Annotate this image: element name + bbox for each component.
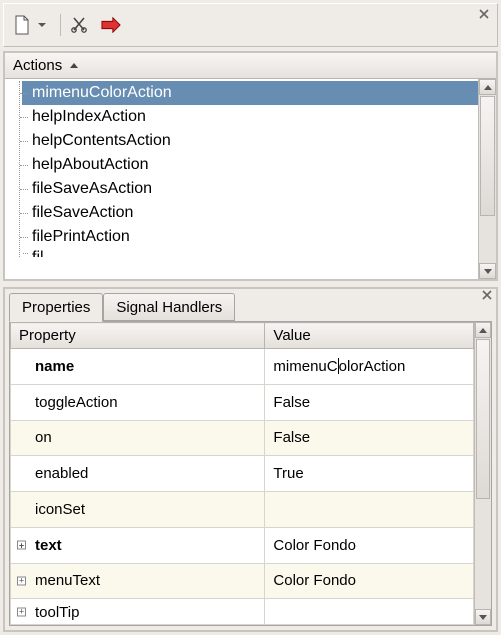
property-value-cell[interactable] [265, 492, 473, 528]
value-column-header[interactable]: Value [265, 323, 473, 349]
expand-icon[interactable]: + [17, 541, 26, 550]
list-item[interactable]: fileSaveAsAction [22, 177, 478, 201]
scroll-up-button[interactable] [479, 79, 496, 95]
dropdown-icon[interactable] [38, 23, 46, 27]
actions-column-header[interactable]: Actions [5, 53, 496, 79]
property-name-cell[interactable]: enabled [11, 456, 265, 492]
tab-signal-handlers[interactable]: Signal Handlers [103, 293, 235, 321]
table-row[interactable]: +textColor Fondo [11, 527, 474, 563]
list-item[interactable]: helpAboutAction [22, 153, 478, 177]
scroll-down-button[interactable] [479, 263, 496, 279]
close-icon[interactable] [479, 6, 491, 18]
property-name-cell[interactable]: +toolTip [11, 599, 265, 625]
properties-table: Property Value namemimenuColorActiontogg… [10, 322, 474, 625]
new-file-icon[interactable] [12, 15, 32, 35]
expand-icon[interactable]: + [17, 576, 26, 585]
go-icon[interactable] [101, 15, 121, 35]
scroll-thumb[interactable] [476, 339, 490, 499]
table-row[interactable]: +menuTextColor Fondo [11, 563, 474, 599]
cut-icon[interactable] [69, 15, 89, 35]
scroll-down-button[interactable] [475, 609, 491, 625]
property-value-cell[interactable] [265, 599, 473, 625]
property-name-cell[interactable]: +text [11, 527, 265, 563]
property-value-cell[interactable]: mimenuColorAction [265, 349, 473, 385]
property-value-cell[interactable]: Color Fondo [265, 527, 473, 563]
actions-scrollbar[interactable] [478, 79, 496, 279]
expand-icon[interactable]: + [17, 607, 26, 616]
table-row[interactable]: enabledTrue [11, 456, 474, 492]
separator [60, 14, 61, 36]
property-value-cell[interactable]: False [265, 384, 473, 420]
properties-scrollbar[interactable] [474, 322, 491, 625]
list-item[interactable]: helpContentsAction [22, 129, 478, 153]
table-row[interactable]: +toolTip [11, 599, 474, 625]
actions-list[interactable]: mimenuColorActionhelpIndexActionhelpCont… [5, 79, 478, 279]
property-value-cell[interactable]: Color Fondo [265, 563, 473, 599]
property-name-cell[interactable]: iconSet [11, 492, 265, 528]
property-name-cell[interactable]: on [11, 420, 265, 456]
table-row[interactable]: onFalse [11, 420, 474, 456]
property-value-cell[interactable]: True [265, 456, 473, 492]
list-item[interactable]: mimenuColorAction [22, 81, 478, 105]
property-name-cell[interactable]: toggleAction [11, 384, 265, 420]
sort-ascending-icon [70, 63, 78, 68]
property-value-cell[interactable]: False [265, 420, 473, 456]
property-name-cell[interactable]: +menuText [11, 563, 265, 599]
table-row[interactable]: namemimenuColorAction [11, 349, 474, 385]
list-item[interactable]: helpIndexAction [22, 105, 478, 129]
toolbar [4, 4, 497, 46]
list-item[interactable]: fil [22, 249, 478, 257]
scroll-up-button[interactable] [475, 322, 491, 338]
table-row[interactable]: toggleActionFalse [11, 384, 474, 420]
tabs: Properties Signal Handlers [5, 289, 496, 321]
scroll-thumb[interactable] [480, 96, 495, 216]
property-name-cell[interactable]: name [11, 349, 265, 385]
close-icon[interactable] [482, 287, 494, 299]
tab-properties[interactable]: Properties [9, 293, 103, 322]
property-column-header[interactable]: Property [11, 323, 265, 349]
list-item[interactable]: filePrintAction [22, 225, 478, 249]
list-item[interactable]: fileSaveAction [22, 201, 478, 225]
table-row[interactable]: iconSet [11, 492, 474, 528]
actions-header-label: Actions [13, 57, 62, 74]
